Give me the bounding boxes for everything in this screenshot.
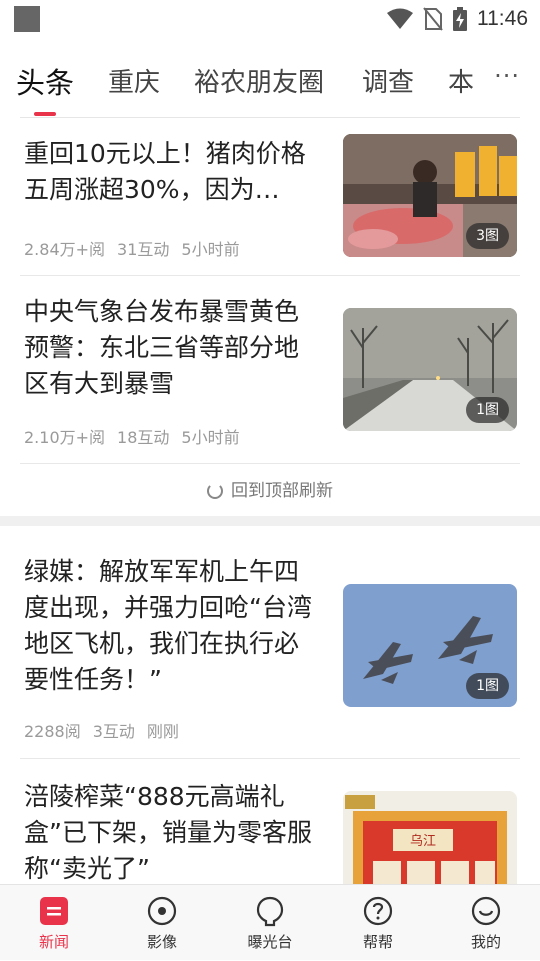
- nav-help[interactable]: 帮帮: [324, 885, 432, 961]
- nav-news[interactable]: 新闻: [0, 885, 108, 961]
- article-title[interactable]: 重回10元以上！猪肉价格五周涨超30%，因为…: [24, 136, 320, 208]
- nav-label: 曝光台: [247, 933, 293, 951]
- app-notification-icon: [14, 6, 40, 32]
- more-tabs-button[interactable]: ···: [494, 62, 520, 90]
- article-title[interactable]: 涪陵榨菜“888元高端礼盒”已下架，销量为零客服称“卖光了”: [24, 779, 320, 884]
- article-meta: 2288阅 3互动 刚刚: [24, 718, 191, 742]
- active-tab-indicator: [34, 112, 56, 116]
- article-time: 5小时前: [181, 240, 240, 259]
- article-views: 2.84万+阅: [24, 240, 106, 259]
- nav-label: 帮帮: [362, 933, 393, 951]
- article-card[interactable]: 绿媒：解放军军机上午四度出现，并强力回呛“台湾地区飞机，我们在执行必要性任务！”…: [0, 526, 540, 759]
- article-title[interactable]: 中央气象台发布暴雪黄色预警：东北三省等部分地区有大到暴雪: [24, 294, 320, 402]
- megaphone-icon: [256, 896, 284, 927]
- article-interactions: 3互动: [92, 722, 135, 741]
- article-interactions: 31互动: [117, 240, 170, 259]
- no-sim-icon: [423, 7, 443, 31]
- article-meta: 2.84万+阅 31互动 5小时前: [24, 236, 252, 260]
- channel-tabs: 头条 重庆 裕农朋友圈 调查 本 ···: [0, 50, 540, 116]
- article-views: 2.10万+阅: [24, 428, 106, 447]
- article-card[interactable]: 重回10元以上！猪肉价格五周涨超30%，因为… 2.84万+阅 31互动 5小时前 …: [0, 118, 540, 276]
- image-count-badge: 1图: [466, 397, 509, 423]
- tab-chongqing[interactable]: 重庆: [108, 62, 160, 99]
- nav-profile[interactable]: 我的: [432, 885, 540, 961]
- box-brand-text: 乌江: [410, 833, 436, 849]
- status-bar: 11:46: [0, 0, 540, 38]
- tab-headlines[interactable]: 头条: [16, 60, 74, 102]
- article-time: 刚刚: [146, 722, 179, 741]
- article-thumbnail[interactable]: 1图: [343, 308, 517, 431]
- back-to-top-refresh[interactable]: 回到顶部刷新: [0, 466, 540, 516]
- news-icon: [40, 897, 68, 925]
- article-thumbnail[interactable]: 乌江: [343, 791, 517, 884]
- refresh-icon: [207, 483, 223, 499]
- image-count-badge: 1图: [466, 673, 509, 699]
- card-divider: [20, 463, 520, 464]
- article-thumbnail[interactable]: 3图: [343, 134, 517, 257]
- article-thumbnail[interactable]: 1图: [343, 584, 517, 707]
- nav-exposure[interactable]: 曝光台: [216, 885, 324, 961]
- news-feed[interactable]: 重回10元以上！猪肉价格五周涨超30%，因为… 2.84万+阅 31互动 5小时前 …: [0, 118, 540, 884]
- tab-yunong-friends[interactable]: 裕农朋友圈: [194, 62, 324, 99]
- help-icon: [363, 896, 393, 926]
- battery-charging-icon: [453, 7, 467, 31]
- nav-label: 新闻: [38, 933, 69, 951]
- status-time: 11:46: [477, 7, 528, 30]
- article-meta: 2.10万+阅 18互动 5小时前: [24, 424, 252, 448]
- article-card[interactable]: 涪陵榨菜“888元高端礼盒”已下架，销量为零客服称“卖光了” 乌江: [0, 759, 540, 884]
- article-title[interactable]: 绿媒：解放军军机上午四度出现，并强力回呛“台湾地区飞机，我们在执行必要性任务！”: [24, 554, 320, 698]
- nav-media[interactable]: 影像: [108, 885, 216, 961]
- refresh-label: 回到顶部刷新: [231, 481, 333, 501]
- article-time: 5小时前: [181, 428, 240, 447]
- wifi-icon: [387, 8, 413, 29]
- article-card[interactable]: 中央气象台发布暴雪黄色预警：东北三省等部分地区有大到暴雪 2.10万+阅 18互动…: [0, 276, 540, 464]
- nav-label: 影像: [146, 933, 177, 951]
- bottom-navigation: 新闻 影像 曝光台 帮帮 我的: [0, 884, 540, 960]
- status-icons: 11:46: [387, 6, 528, 32]
- profile-icon: [471, 896, 501, 926]
- section-gap: [0, 516, 540, 526]
- article-interactions: 18互动: [117, 428, 170, 447]
- video-icon: [147, 896, 177, 926]
- pickle-gift-box-image: 乌江: [343, 791, 517, 884]
- nav-label: 我的: [470, 933, 501, 951]
- article-views: 2288阅: [24, 722, 81, 741]
- image-count-badge: 3图: [466, 223, 509, 249]
- tab-investigation[interactable]: 调查: [362, 62, 414, 99]
- tab-local[interactable]: 本: [448, 62, 474, 99]
